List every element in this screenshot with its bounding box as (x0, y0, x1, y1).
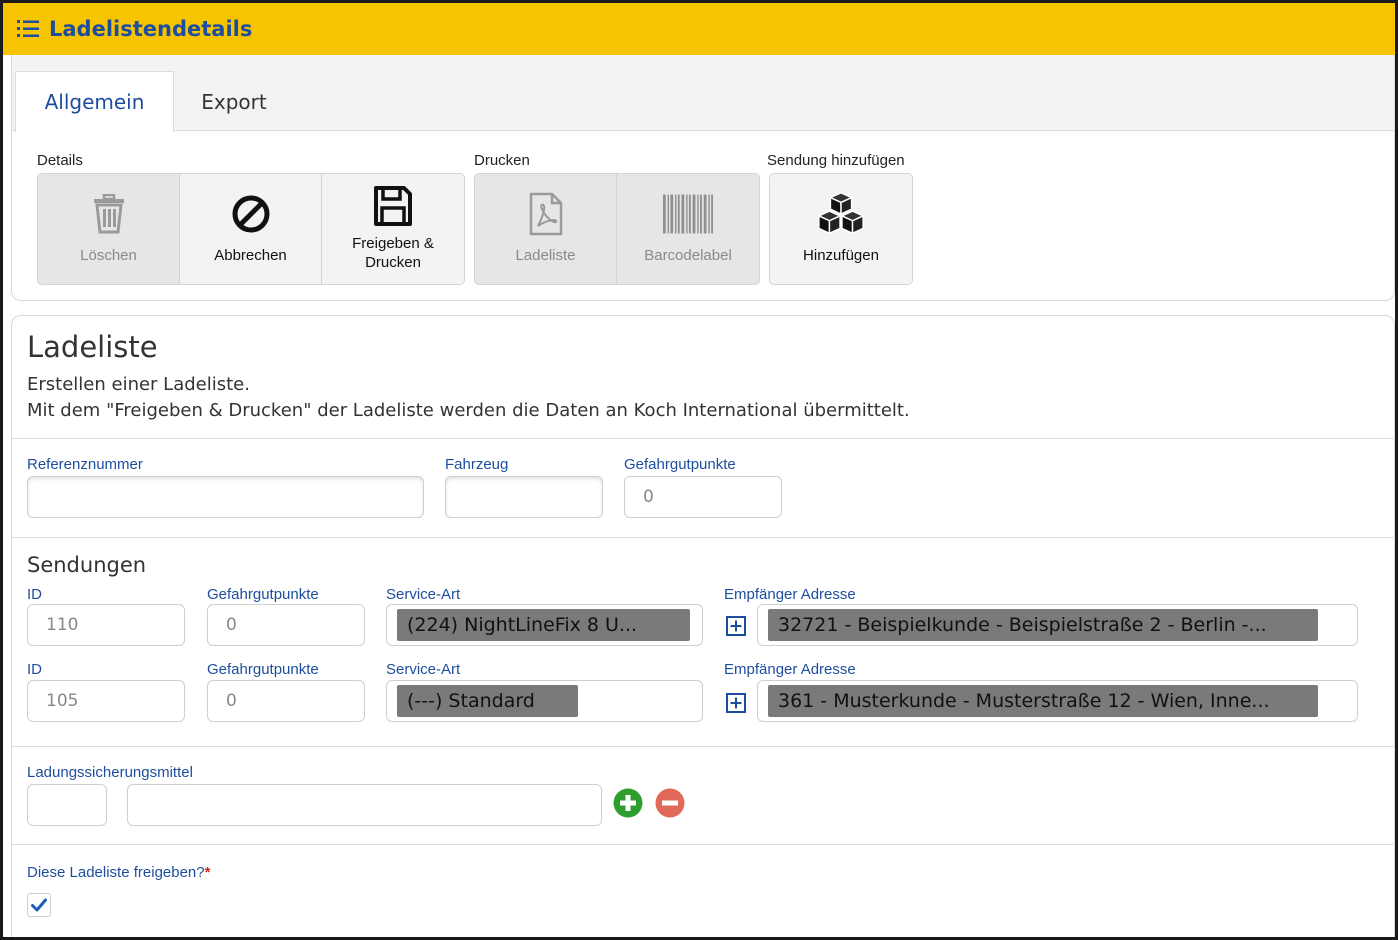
ladungssicherung-name-input[interactable] (127, 784, 602, 826)
referenznummer-label: Referenznummer (27, 456, 143, 473)
freigeben-label: Diese Ladeliste freigeben?* (27, 864, 211, 881)
service-art-value: (224) NightLineFix 8 U... (397, 609, 690, 641)
toolbar-area: Allgemein Export Details Löschen Abbrech… (11, 55, 1395, 301)
sendungen-title: Sendungen (27, 553, 147, 577)
button-group-drucken: Ladeliste Barcodelabel (474, 173, 760, 285)
sendung-gefahrgut-input[interactable] (207, 680, 365, 722)
remove-circle-icon[interactable] (655, 788, 685, 818)
description-line-1: Erstellen einer Ladeliste. (27, 374, 250, 395)
list-numbered-icon (17, 20, 39, 37)
empfaenger-label: Empfänger Adresse (724, 661, 856, 678)
print-barcode-button[interactable]: Barcodelabel (617, 174, 759, 284)
add-shipment-button[interactable]: Hinzufügen (770, 174, 912, 284)
barcode-icon (663, 186, 713, 242)
required-mark: * (204, 864, 211, 881)
section-title: Ladeliste (27, 330, 158, 364)
expand-plus-icon[interactable] (726, 616, 746, 636)
fahrzeug-label: Fahrzeug (445, 456, 509, 473)
add-circle-icon[interactable] (613, 788, 643, 818)
ladungssicherung-label: Ladungssicherungsmittel (27, 764, 193, 781)
service-art-label: Service-Art (386, 586, 461, 603)
sendung-id-input[interactable] (27, 680, 185, 722)
cancel-icon (226, 186, 276, 242)
divider (12, 746, 1394, 747)
sendung-id-label: ID (27, 661, 42, 678)
ladungssicherung-qty-input[interactable] (27, 784, 107, 826)
floppy-disk-icon (368, 182, 418, 230)
gefahrgutpunkte-label: Gefahrgutpunkte (624, 456, 736, 473)
button-group-sendung: Hinzufügen (769, 173, 913, 285)
button-group-details: Löschen Abbrechen Freigeben & Drucken (37, 173, 465, 285)
sendung-gefahrgut-input[interactable] (207, 604, 365, 646)
empfaenger-label: Empfänger Adresse (724, 586, 856, 603)
tab-export[interactable]: Export (174, 71, 294, 132)
sendung-gefahrgut-label: Gefahrgutpunkte (207, 586, 319, 603)
divider (12, 537, 1394, 538)
checkmark-icon (31, 898, 47, 912)
trash-icon (84, 186, 134, 242)
print-loadlist-button[interactable]: Ladeliste (475, 174, 617, 284)
description-line-2: Mit dem "Freigeben & Drucken" der Ladeli… (27, 400, 910, 421)
sendung-id-input[interactable] (27, 604, 185, 646)
sendung-gefahrgut-label: Gefahrgutpunkte (207, 661, 319, 678)
main-panel: Ladeliste Erstellen einer Ladeliste. Mit… (11, 315, 1395, 937)
title-bar: Ladelistendetails (3, 3, 1395, 55)
service-art-value: (---) Standard (397, 685, 578, 717)
release-print-button[interactable]: Freigeben & Drucken (322, 174, 464, 284)
group-label-sendung-hinzufuegen: Sendung hinzufügen (767, 152, 905, 169)
empfaenger-value: 361 - Musterkunde - Musterstraße 12 - Wi… (768, 685, 1318, 717)
tab-allgemein[interactable]: Allgemein (15, 71, 174, 132)
group-label-details: Details (37, 152, 83, 169)
divider (12, 844, 1394, 845)
service-art-label: Service-Art (386, 661, 461, 678)
divider (12, 438, 1394, 439)
group-label-drucken: Drucken (474, 152, 530, 169)
referenznummer-input[interactable] (27, 476, 424, 518)
freigeben-checkbox[interactable] (27, 893, 51, 917)
fahrzeug-input[interactable] (445, 476, 603, 518)
empfaenger-value: 32721 - Beispielkunde - Beispielstraße 2… (768, 609, 1318, 641)
expand-plus-icon[interactable] (726, 693, 746, 713)
pdf-file-icon (521, 186, 571, 242)
window-frame: Ladelistendetails Allgemein Export Detai… (0, 0, 1398, 940)
sendung-id-label: ID (27, 586, 42, 603)
cancel-button[interactable]: Abbrechen (180, 174, 322, 284)
gefahrgutpunkte-input[interactable] (624, 476, 782, 518)
delete-button[interactable]: Löschen (38, 174, 180, 284)
boxes-icon (816, 186, 866, 242)
page-title: Ladelistendetails (49, 17, 253, 41)
